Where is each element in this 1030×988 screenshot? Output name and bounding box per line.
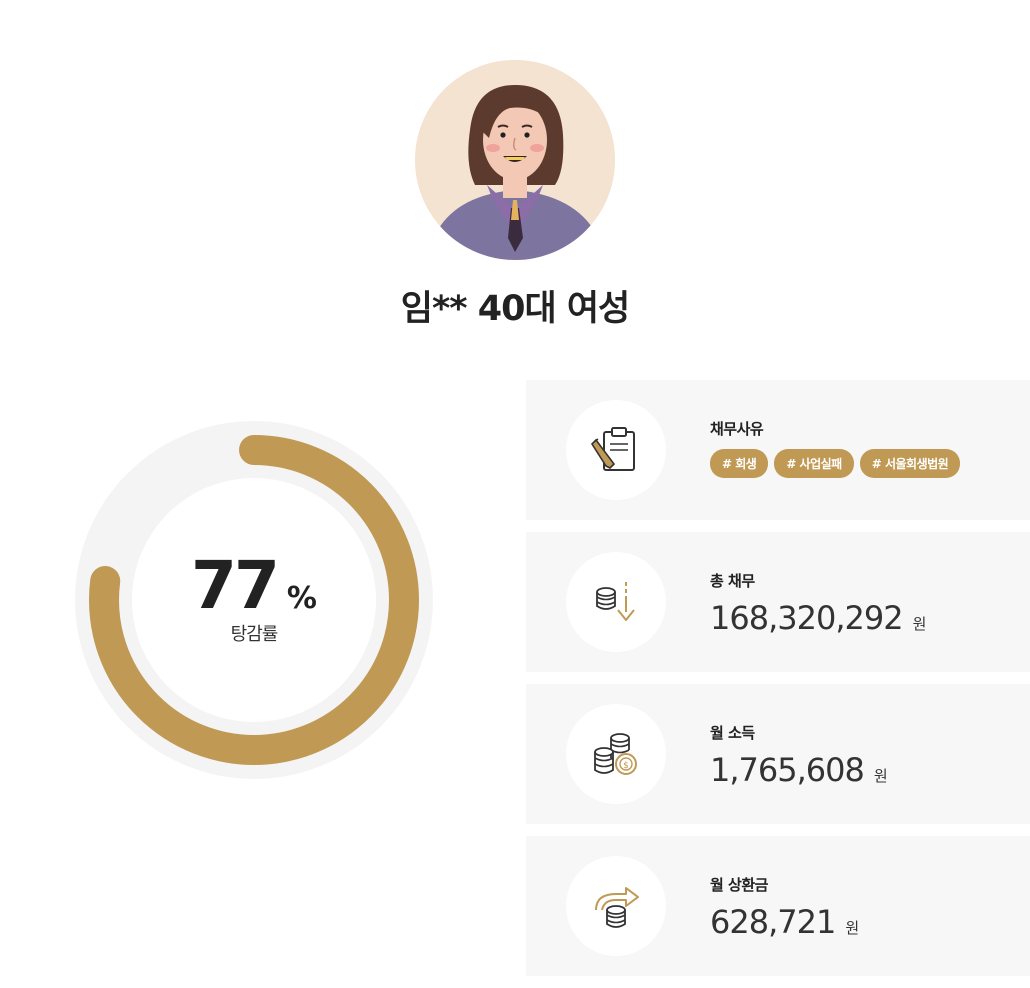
coin-stacks-icon: $ xyxy=(566,704,666,804)
card-debt-reason: 채무사유 # 회생 # 사업실패 # 서울회생법원 xyxy=(526,380,1030,520)
monthly-repayment-value: 628,721 xyxy=(710,903,836,941)
coins-down-arrow-icon xyxy=(566,552,666,652)
reason-tags: # 회생 # 사업실패 # 서울회생법원 xyxy=(710,449,961,478)
clipboard-pencil-icon xyxy=(566,400,666,500)
tag-business-failure[interactable]: # 사업실패 xyxy=(774,449,854,478)
card-title: 월 소득 xyxy=(710,724,755,742)
reduction-unit: % xyxy=(286,580,317,616)
coins-arrow-icon xyxy=(566,856,666,956)
reduction-label: 탕감률 xyxy=(230,623,279,645)
card-title: 월 상환금 xyxy=(710,876,768,894)
total-debt-unit: 원 xyxy=(912,615,927,633)
svg-text:$: $ xyxy=(623,761,629,771)
card-title: 총 채무 xyxy=(710,572,755,590)
monthly-income-value: 1,765,608 xyxy=(710,751,865,789)
card-title: 채무사유 xyxy=(710,420,764,438)
tag-rehabilitation[interactable]: # 회생 xyxy=(710,449,769,478)
reduction-value: 77 xyxy=(191,546,280,624)
total-debt-value: 168,320,292 xyxy=(710,599,904,637)
profile-name: 임** 40대 여성 xyxy=(400,289,630,329)
monthly-income-unit: 원 xyxy=(873,767,888,785)
card-total-debt: 총 채무 168,320,292 원 xyxy=(526,532,1030,672)
card-monthly-repayment: 월 상환금 628,721 원 xyxy=(526,836,1030,976)
reduction-ring: 77 % 탕감률 xyxy=(74,420,434,780)
tag-seoul-court[interactable]: # 서울회생법원 xyxy=(859,449,961,478)
info-cards: 채무사유 # 회생 # 사업실패 # 서울회생법원 총 채무 168,320,2… xyxy=(526,380,1030,988)
monthly-repayment-unit: 원 xyxy=(845,919,860,937)
profile-avatar xyxy=(415,60,615,260)
card-monthly-income: $ 월 소득 1,765,608 원 xyxy=(526,684,1030,824)
